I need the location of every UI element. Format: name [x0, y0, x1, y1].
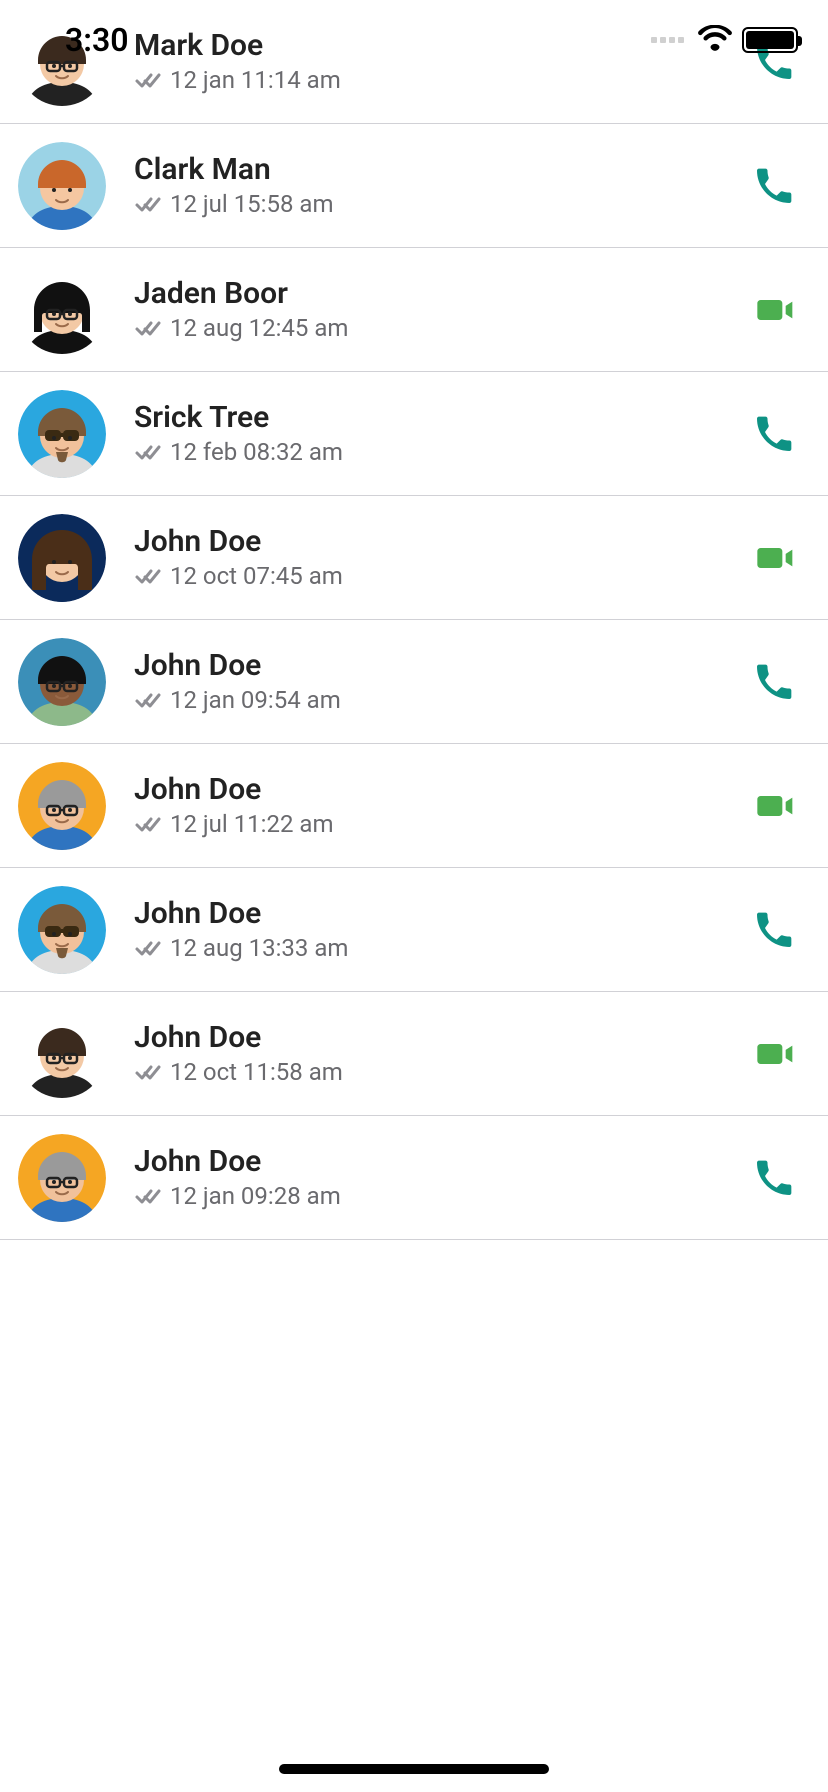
call-info: John Doe 12 jan 09:28 am	[134, 1145, 752, 1210]
contact-name: Jaden Boor	[134, 277, 752, 310]
double-check-icon	[134, 566, 162, 586]
call-meta: 12 aug 13:33 am	[134, 934, 752, 962]
call-info: John Doe 12 aug 13:33 am	[134, 897, 752, 962]
call-row[interactable]: John Doe 12 aug 13:33 am	[0, 868, 828, 992]
call-info: Clark Man 12 jul 15:58 am	[134, 153, 752, 218]
avatar[interactable]	[18, 390, 106, 478]
avatar[interactable]	[18, 142, 106, 230]
call-meta: 12 oct 07:45 am	[134, 562, 752, 590]
phone-call-icon[interactable]	[752, 164, 796, 208]
phone-call-icon[interactable]	[752, 908, 796, 952]
call-meta: 12 jul 11:22 am	[134, 810, 752, 838]
contact-name: Clark Man	[134, 153, 752, 186]
call-info: John Doe 12 oct 07:45 am	[134, 525, 752, 590]
call-timestamp: 12 aug 12:45 am	[170, 314, 348, 342]
battery-fill	[746, 31, 794, 49]
call-timestamp: 12 jan 09:28 am	[170, 1182, 341, 1210]
phone-call-icon[interactable]	[752, 412, 796, 456]
double-check-icon	[134, 1062, 162, 1082]
call-timestamp: 12 oct 07:45 am	[170, 562, 343, 590]
phone-call-icon[interactable]	[752, 1156, 796, 1200]
contact-name: John Doe	[134, 773, 752, 806]
call-timestamp: 12 feb 08:32 am	[170, 438, 343, 466]
contact-name: John Doe	[134, 525, 752, 558]
double-check-icon	[134, 938, 162, 958]
status-right	[651, 25, 798, 55]
call-list: Mark Doe12 jan 11:14 am Clark Man12 jul …	[0, 0, 828, 1240]
call-info: Srick Tree 12 feb 08:32 am	[134, 401, 752, 466]
call-timestamp: 12 oct 11:58 am	[170, 1058, 343, 1086]
call-info: John Doe 12 jan 09:54 am	[134, 649, 752, 714]
call-info: Jaden Boor 12 aug 12:45 am	[134, 277, 752, 342]
call-timestamp: 12 jan 09:54 am	[170, 686, 341, 714]
video-call-icon[interactable]	[752, 1032, 796, 1076]
avatar[interactable]	[18, 638, 106, 726]
video-call-icon[interactable]	[752, 536, 796, 580]
call-row[interactable]: Clark Man 12 jul 15:58 am	[0, 124, 828, 248]
home-indicator	[279, 1764, 549, 1774]
contact-name: John Doe	[134, 1021, 752, 1054]
double-check-icon	[134, 194, 162, 214]
call-info: John Doe 12 oct 11:58 am	[134, 1021, 752, 1086]
avatar[interactable]	[18, 886, 106, 974]
contact-name: John Doe	[134, 649, 752, 682]
avatar[interactable]	[18, 762, 106, 850]
wifi-icon	[698, 25, 732, 55]
contact-name: John Doe	[134, 1145, 752, 1178]
avatar[interactable]	[18, 266, 106, 354]
call-info: John Doe 12 jul 11:22 am	[134, 773, 752, 838]
call-timestamp: 12 jul 15:58 am	[170, 190, 334, 218]
call-row[interactable]: John Doe 12 jan 09:54 am	[0, 620, 828, 744]
call-row[interactable]: John Doe 12 jan 09:28 am	[0, 1116, 828, 1240]
phone-call-icon[interactable]	[752, 660, 796, 704]
double-check-icon	[134, 442, 162, 462]
call-row[interactable]: John Doe 12 oct 07:45 am	[0, 496, 828, 620]
cellular-icon	[651, 37, 684, 43]
call-meta: 12 oct 11:58 am	[134, 1058, 752, 1086]
call-meta: 12 jul 15:58 am	[134, 190, 752, 218]
avatar[interactable]	[18, 1010, 106, 1098]
status-bar: 3:30	[0, 0, 828, 80]
contact-name: John Doe	[134, 897, 752, 930]
status-time: 3:30	[65, 21, 129, 59]
video-call-icon[interactable]	[752, 288, 796, 332]
call-timestamp: 12 jul 11:22 am	[170, 810, 334, 838]
call-row[interactable]: John Doe 12 oct 11:58 am	[0, 992, 828, 1116]
double-check-icon	[134, 318, 162, 338]
call-row[interactable]: Jaden Boor 12 aug 12:45 am	[0, 248, 828, 372]
call-row[interactable]: Srick Tree 12 feb 08:32 am	[0, 372, 828, 496]
battery-icon	[742, 27, 798, 53]
avatar[interactable]	[18, 514, 106, 602]
double-check-icon	[134, 690, 162, 710]
call-meta: 12 aug 12:45 am	[134, 314, 752, 342]
call-meta: 12 jan 09:28 am	[134, 1182, 752, 1210]
double-check-icon	[134, 814, 162, 834]
call-meta: 12 feb 08:32 am	[134, 438, 752, 466]
call-timestamp: 12 aug 13:33 am	[170, 934, 348, 962]
double-check-icon	[134, 1186, 162, 1206]
call-meta: 12 jan 09:54 am	[134, 686, 752, 714]
avatar[interactable]	[18, 1134, 106, 1222]
contact-name: Srick Tree	[134, 401, 752, 434]
video-call-icon[interactable]	[752, 784, 796, 828]
call-row[interactable]: John Doe 12 jul 11:22 am	[0, 744, 828, 868]
